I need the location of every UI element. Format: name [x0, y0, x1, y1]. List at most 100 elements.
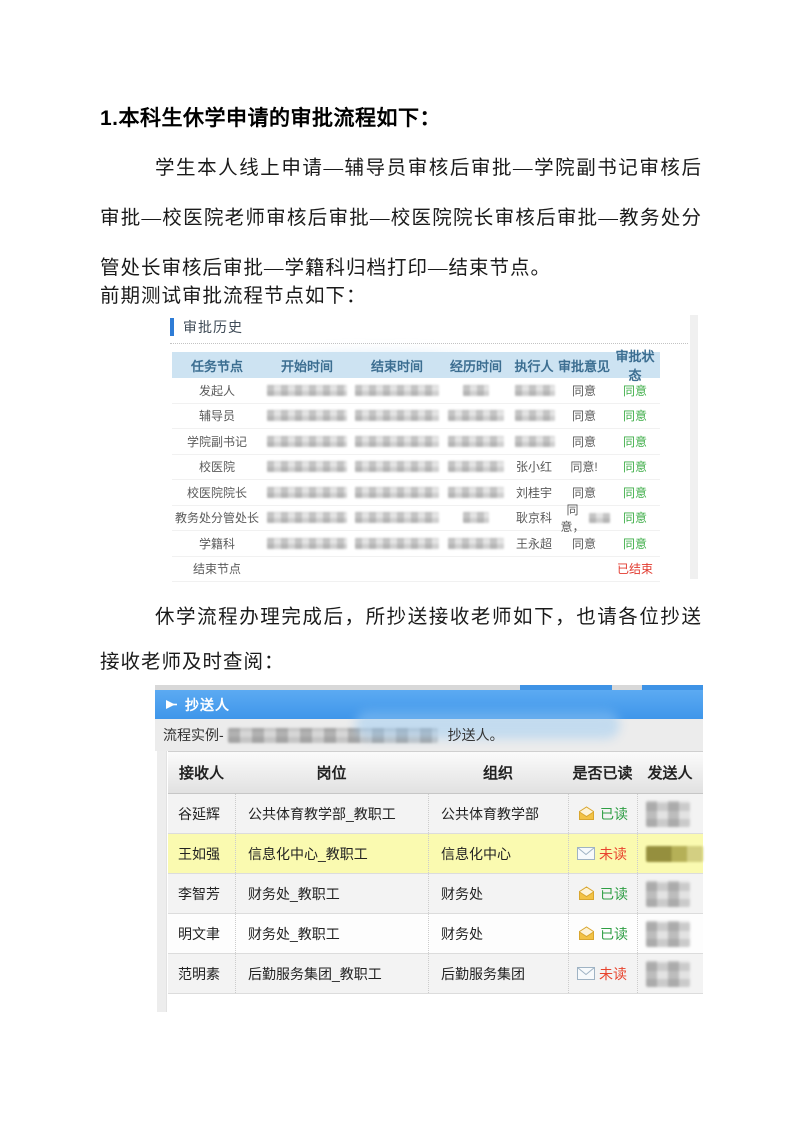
approval-history-row: 学院副书记 同意 同意 [172, 429, 660, 455]
unread-envelope-icon [577, 967, 595, 980]
redacted-start-time [267, 538, 347, 549]
status-cell: 同意 [610, 407, 660, 424]
start-time-cell [262, 385, 352, 396]
approval-history-row: 校医院 张小红 同意! 同意 [172, 455, 660, 481]
status-cell: 同意 [610, 433, 660, 450]
approval-history-row: 教务处分管处长 耿京科 同意， 同意 [172, 506, 660, 532]
opinion-cell: 同意! [558, 458, 610, 475]
cc-table: 接收人 岗位 组织 是否已读 发送人 谷延辉 公共体育教学部_教职工 公共体育教… [168, 751, 703, 994]
executor-cell: 刘桂宇 [510, 484, 558, 501]
col-header-sender: 发送人 [637, 762, 703, 783]
task-node-cell: 辅导员 [172, 407, 262, 424]
redacted-elapsed [448, 436, 504, 447]
end-time-cell [352, 385, 442, 396]
executor-name: 张小红 [516, 458, 552, 475]
redacted-elapsed [448, 461, 504, 472]
read-status-cell: 已读 [568, 874, 637, 913]
redacted-sender [646, 881, 690, 907]
org-cell: 财务处 [428, 914, 568, 953]
opinion-cell: 同意 [558, 407, 610, 424]
approval-history-header-row: 任务节点 开始时间 结束时间 经历时间 执行人 审批意见 审批状态 [172, 352, 660, 378]
read-status-cell: 已读 [568, 914, 637, 953]
executor-cell [510, 385, 558, 396]
instance-prefix-text: 流程实例- [163, 725, 224, 745]
doc-paragraph-approval-flow: 学生本人线上申请—辅导员审核后审批—学院副书记审核后审批—校医院老师审核后审批—… [100, 144, 702, 294]
start-time-cell [262, 512, 352, 523]
col-header-opinion: 审批意见 [558, 356, 610, 375]
col-header-receiver: 接收人 [168, 762, 235, 783]
status-cell: 已结束 [610, 560, 660, 577]
redacted-start-time [267, 410, 347, 421]
read-envelope-icon [577, 806, 596, 821]
post-cell: 后勤服务集团_教职工 [235, 954, 428, 993]
org-cell: 信息化中心 [428, 834, 568, 873]
task-node-cell: 校医院 [172, 458, 262, 475]
opinion-text: 同意 [572, 433, 596, 450]
redacted-start-time [267, 461, 347, 472]
opinion-text: 同意 [572, 407, 596, 424]
opinion-cell: 同意 [558, 382, 610, 399]
unread-envelope-icon [577, 847, 595, 860]
opinion-text: 同意， [558, 501, 587, 535]
end-time-cell [352, 487, 442, 498]
elapsed-cell [442, 385, 510, 396]
doc-paragraph-cc-note: 休学流程办理完成后，所抄送接收老师如下，也请各位抄送接收老师及时查阅： [100, 595, 702, 685]
cc-row: 明文聿 财务处_教职工 财务处 已读 [168, 914, 703, 954]
executor-cell [510, 410, 558, 421]
executor-name: 王永超 [516, 535, 552, 552]
cc-header-row: 接收人 岗位 组织 是否已读 发送人 [168, 751, 703, 794]
col-header-end-time: 结束时间 [352, 356, 442, 375]
redacted-executor [515, 385, 555, 396]
arrow-icon [165, 698, 178, 711]
col-header-org: 组织 [428, 762, 568, 783]
read-envelope-icon [577, 886, 596, 901]
status-cell: 同意 [610, 458, 660, 475]
receiver-cell: 王如强 [168, 844, 235, 864]
start-time-cell [262, 538, 352, 549]
task-node-cell: 学院副书记 [172, 433, 262, 450]
cc-row: 王如强 信息化中心_教职工 信息化中心 未读 [168, 834, 703, 874]
redacted-start-time [267, 385, 347, 396]
read-status-cell: 未读 [568, 834, 637, 873]
redacted-elapsed [448, 538, 504, 549]
org-cell: 公共体育教学部 [428, 794, 568, 833]
cc-panel-banner-label: 抄送人 [185, 695, 230, 715]
redacted-elapsed [463, 385, 489, 396]
redacted-end-time [355, 512, 439, 523]
elapsed-cell [442, 512, 510, 523]
approval-history-section-header: 审批历史 [170, 317, 243, 337]
redacted-end-time [355, 461, 439, 472]
receiver-cell: 范明素 [168, 964, 235, 984]
redacted-end-time [355, 385, 439, 396]
redacted-end-time [355, 436, 439, 447]
redacted-start-time [267, 436, 347, 447]
opinion-cell: 同意， [558, 501, 610, 535]
opinion-cell: 同意 [558, 535, 610, 552]
redacted-opinion [589, 513, 610, 523]
approval-history-row: 学籍科 王永超 同意 同意 [172, 531, 660, 557]
approval-history-row: 辅导员 同意 同意 [172, 404, 660, 430]
status-cell: 同意 [610, 382, 660, 399]
scrollbar-strip [690, 315, 698, 579]
status-cell: 同意 [610, 509, 660, 526]
read-status-cell: 已读 [568, 794, 637, 833]
approval-history-rows: 发起人 同意 同意 辅导员 同意 同意 学院副书记 同意 同意 校医院 张小红 … [172, 378, 660, 582]
elapsed-cell [442, 461, 510, 472]
task-node-cell: 结束节点 [172, 560, 262, 577]
read-envelope-icon [577, 926, 596, 941]
cc-row: 谷延辉 公共体育教学部_教职工 公共体育教学部 已读 [168, 794, 703, 834]
doc-line-pretest: 前期测试审批流程节点如下： [100, 283, 702, 311]
executor-cell: 王永超 [510, 535, 558, 552]
post-cell: 公共体育教学部_教职工 [235, 794, 428, 833]
executor-name: 刘桂宇 [516, 484, 552, 501]
redacted-sender [646, 921, 690, 947]
document-page: 1.本科生休学申请的审批流程如下： 学生本人线上申请—辅导员审核后审批—学院副书… [0, 0, 800, 1131]
read-status-label: 已读 [600, 884, 628, 904]
approval-history-table: 任务节点 开始时间 结束时间 经历时间 执行人 审批意见 审批状态 发起人 同意… [172, 352, 660, 582]
redacted-elapsed [448, 410, 504, 421]
org-cell: 财务处 [428, 874, 568, 913]
redacted-elapsed [463, 512, 489, 523]
elapsed-cell [442, 410, 510, 421]
task-node-cell: 发起人 [172, 382, 262, 399]
executor-cell [510, 436, 558, 447]
